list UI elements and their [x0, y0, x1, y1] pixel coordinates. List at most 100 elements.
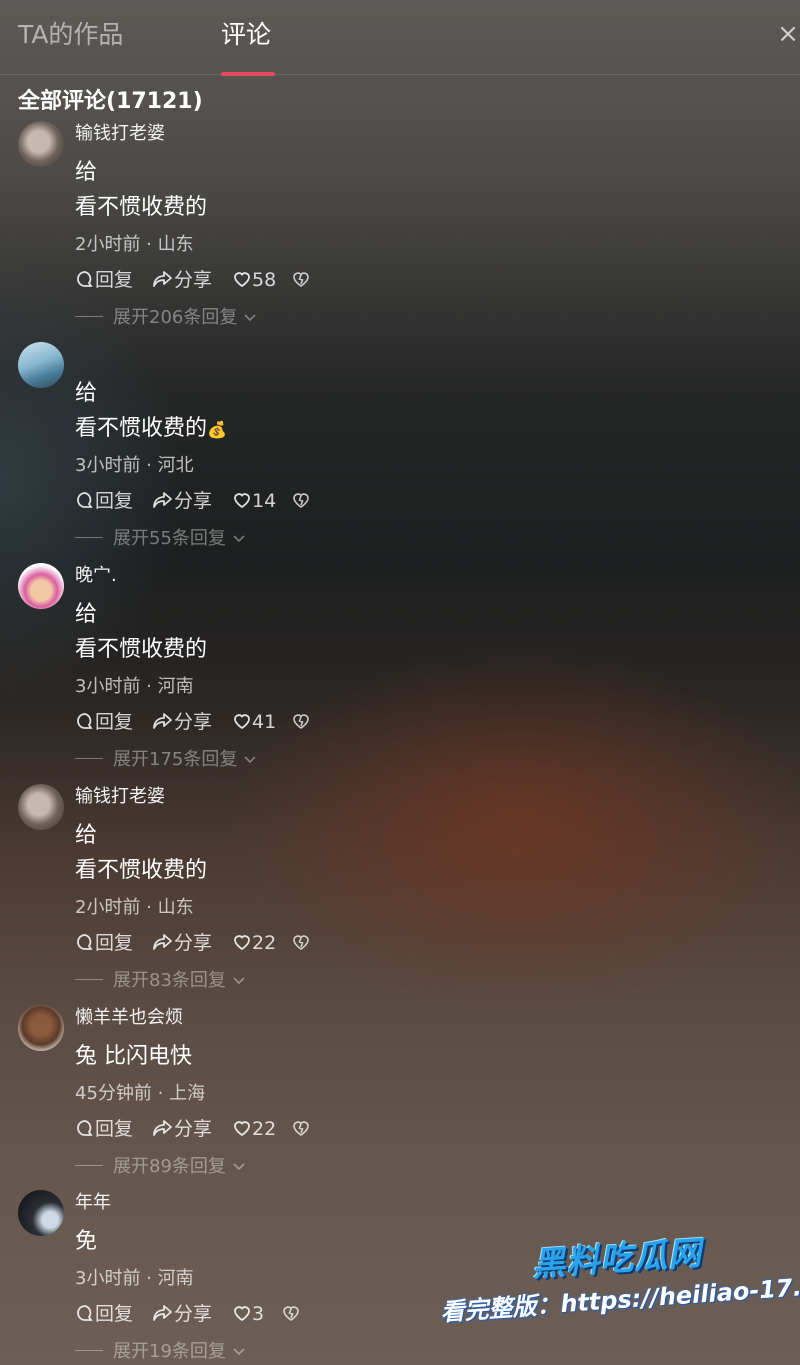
avatar[interactable]: [18, 784, 64, 830]
username[interactable]: 晚宀.: [75, 563, 117, 589]
watermark: 黑料吃瓜网 看完整版：https://heiliao-17.com: [440, 1228, 800, 1348]
expand-replies[interactable]: 展开89条回复: [75, 1154, 246, 1180]
divider: [75, 316, 103, 317]
comment-meta: 3小时前 · 河南: [75, 676, 194, 697]
like-button[interactable]: 22: [232, 929, 276, 957]
heart-icon: [234, 272, 250, 288]
comments-header-label: 全部评论: [18, 89, 107, 114]
share-label: 分享: [174, 711, 213, 733]
divider: [75, 758, 103, 759]
expand-replies[interactable]: 展开55条回复: [75, 526, 246, 552]
divider: [75, 979, 103, 980]
broken-heart-icon: [293, 493, 309, 508]
like-count: 22: [252, 1118, 277, 1140]
broken-heart-icon: [293, 935, 309, 950]
share-label: 分享: [174, 1303, 213, 1325]
username[interactable]: 懒羊羊也会烦: [75, 1005, 183, 1031]
username[interactable]: 输钱打老婆: [75, 784, 165, 810]
tab-works[interactable]: TA的作品: [18, 18, 123, 52]
avatar[interactable]: [18, 563, 64, 609]
expand-replies[interactable]: 展开175条回复: [75, 747, 257, 773]
like-count: 22: [252, 932, 277, 954]
comment-text: 看不惯收费的💰: [75, 414, 227, 445]
comment-text: 给: [75, 381, 98, 406]
like-button[interactable]: 41: [232, 708, 276, 736]
share-label: 分享: [174, 269, 213, 291]
like-button[interactable]: 14: [232, 487, 276, 515]
username[interactable]: 年年: [75, 1190, 111, 1216]
money-bag-icon: 💰: [207, 420, 227, 439]
tab-comments[interactable]: 评论: [221, 18, 271, 52]
comments-header: 全部评论(17121): [18, 86, 203, 118]
dislike-button[interactable]: [291, 708, 311, 736]
reply-label: 回复: [95, 711, 134, 733]
share-icon: [153, 1120, 172, 1136]
share-button[interactable]: 分享: [152, 708, 212, 736]
chevron-down-icon: [233, 1163, 245, 1171]
share-label: 分享: [174, 1118, 213, 1140]
heart-icon: [234, 1121, 250, 1137]
reply-button[interactable]: 回复: [75, 266, 133, 294]
reply-button[interactable]: 回复: [75, 1300, 133, 1328]
broken-heart-icon: [293, 714, 309, 729]
share-button[interactable]: 分享: [152, 1300, 212, 1328]
expand-replies-label: 展开89条回复: [113, 1156, 226, 1177]
reply-icon: [77, 492, 93, 508]
heart-icon: [234, 935, 250, 951]
reply-label: 回复: [95, 932, 134, 954]
expand-replies-label: 展开19条回复: [113, 1341, 226, 1362]
share-button[interactable]: 分享: [152, 266, 212, 294]
like-button[interactable]: 22: [232, 1115, 276, 1143]
heart-icon: [234, 1306, 250, 1322]
like-count: 41: [252, 711, 277, 733]
dislike-button[interactable]: [281, 1300, 301, 1328]
expand-replies[interactable]: 展开206条回复: [75, 305, 257, 331]
expand-replies[interactable]: 展开19条回复: [75, 1339, 246, 1365]
comment-text: 给: [75, 823, 98, 848]
dislike-button[interactable]: [291, 266, 311, 294]
dislike-button[interactable]: [291, 487, 311, 515]
reply-button[interactable]: 回复: [75, 929, 133, 957]
share-button[interactable]: 分享: [152, 487, 212, 515]
avatar[interactable]: [18, 1005, 64, 1051]
divider: [75, 1350, 103, 1351]
broken-heart-icon: [293, 272, 309, 287]
share-icon: [153, 1305, 172, 1321]
avatar[interactable]: [18, 121, 64, 167]
reply-button[interactable]: 回复: [75, 487, 133, 515]
avatar[interactable]: [18, 1190, 64, 1236]
close-icon[interactable]: ×: [773, 14, 800, 54]
expand-replies[interactable]: 展开83条回复: [75, 968, 246, 994]
avatar[interactable]: [18, 342, 64, 388]
username[interactable]: 输钱打老婆: [75, 121, 165, 147]
heart-icon: [234, 493, 250, 509]
broken-heart-icon: [293, 1121, 309, 1136]
comment-text: 看不惯收费的: [75, 195, 208, 220]
like-button[interactable]: 3: [232, 1300, 264, 1328]
like-button[interactable]: 58: [232, 266, 276, 294]
divider: [75, 537, 103, 538]
like-count: 14: [252, 490, 277, 512]
chevron-down-icon: [244, 314, 256, 322]
comment-text-content: 看不惯收费的: [75, 416, 208, 441]
comment-text: 给: [75, 160, 98, 185]
dislike-button[interactable]: [291, 1115, 311, 1143]
broken-heart-icon: [283, 1306, 299, 1321]
comment-meta: 45分钟前 · 上海: [75, 1083, 206, 1104]
reply-button[interactable]: 回复: [75, 1115, 133, 1143]
comments-count: (17121): [106, 89, 203, 114]
expand-replies-label: 展开175条回复: [113, 749, 238, 770]
comment-meta: 2小时前 · 山东: [75, 897, 194, 918]
chevron-down-icon: [233, 1348, 245, 1356]
dislike-button[interactable]: [291, 929, 311, 957]
share-button[interactable]: 分享: [152, 1115, 212, 1143]
reply-icon: [77, 713, 93, 729]
tab-bar: TA的作品 评论 ×: [0, 0, 800, 76]
like-count: 58: [252, 269, 277, 291]
reply-button[interactable]: 回复: [75, 708, 133, 736]
reply-icon: [77, 1305, 93, 1321]
active-tab-indicator: [221, 72, 275, 76]
share-icon: [153, 271, 172, 287]
share-icon: [153, 713, 172, 729]
share-button[interactable]: 分享: [152, 929, 212, 957]
